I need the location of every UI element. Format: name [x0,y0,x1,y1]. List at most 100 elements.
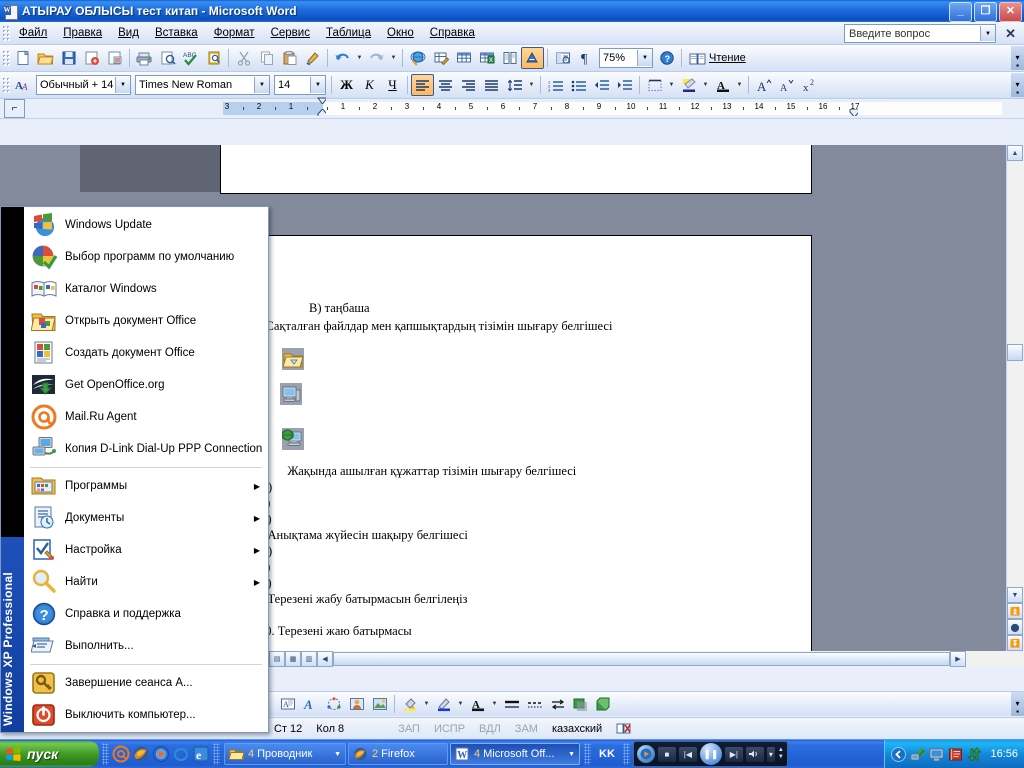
scroll-down-button[interactable]: ▼ [1007,587,1023,603]
numbered-list-icon[interactable]: 123 [544,74,567,96]
font-dropdown-icon[interactable]: ▼ [254,77,269,93]
superscript-icon[interactable]: x2 [798,74,821,96]
tables-and-borders-icon[interactable] [429,47,452,69]
view-outline-button[interactable]: ▥ [301,651,317,667]
taskbar-clock[interactable]: 16:56 [986,748,1018,760]
media-player-grip-icon[interactable] [622,743,630,765]
increase-indent-icon[interactable] [613,74,636,96]
start-item-open-office-document[interactable]: Открыть документ Office [24,305,268,337]
print-icon[interactable] [133,47,156,69]
menu-table[interactable]: Таблица [318,24,379,42]
status-mode-vdl[interactable]: ВДЛ [472,723,508,735]
start-item-shutdown[interactable]: Выключить компьютер... [24,699,268,731]
align-center-icon[interactable] [434,74,457,96]
line-style-icon[interactable] [500,693,523,715]
save-icon[interactable] [57,47,80,69]
drawing-icon[interactable] [521,47,544,69]
ask-a-question-box[interactable]: Введите вопрос ▼ [844,24,996,43]
style-dropdown-icon[interactable]: ▼ [115,77,130,93]
task-group-arrow-icon[interactable]: ▼ [568,751,575,758]
show-desktop-ie-icon[interactable]: e [192,745,210,763]
arrow-style-icon[interactable] [546,693,569,715]
status-mode-ispr[interactable]: ИСПР [427,723,472,735]
font-color-dropdown-icon[interactable]: ▼ [489,693,500,715]
dash-style-icon[interactable] [523,693,546,715]
left-indent-marker[interactable] [317,109,326,116]
view-print-layout-button[interactable]: ▦ [285,651,301,667]
start-item-mailru-agent[interactable]: Mail.Ru Agent [24,401,268,433]
media-player-orb-icon[interactable] [636,745,655,763]
taskbar-grip-icon[interactable] [213,743,220,765]
diagram-icon[interactable] [322,693,345,715]
font-value[interactable]: Times New Roman [136,79,254,91]
start-item-dialup-connection[interactable]: Копия D-Link Dial-Up PPP Connection [24,433,268,465]
grow-font-icon[interactable]: A [752,74,775,96]
document-close-button[interactable]: ✕ [1005,26,1016,42]
media-next-button[interactable]: ▶| [724,746,743,762]
standard-toolbar-options-icon[interactable]: ▾ ▪ [1011,46,1024,70]
status-language[interactable]: казахский [545,723,609,735]
drawing-toolbar-options-icon[interactable]: ▾ ▪ [1011,692,1024,716]
start-menu[interactable]: Windows XP Professional Windows Update В… [0,206,269,733]
task-group-arrow-icon[interactable]: ▼ [334,751,341,758]
line-spacing-dropdown-icon[interactable]: ▼ [526,74,537,96]
show-hidden-arrow-icon[interactable] [891,746,907,762]
redo-icon[interactable] [365,47,388,69]
left-tab-stop-icon[interactable]: ⌐ [4,99,25,118]
start-item-settings[interactable]: Настройка ▶ [24,534,268,566]
print-preview-icon[interactable] [156,47,179,69]
language-bar-grip-icon[interactable] [584,743,591,765]
media-previous-button[interactable]: |◀ [678,746,697,762]
scroll-up-button[interactable]: ▲ [1007,145,1023,161]
start-item-new-office-document[interactable]: Создать документ Office [24,337,268,369]
zoom-dropdown-icon[interactable]: ▼ [637,50,652,66]
undo-dropdown-icon[interactable]: ▼ [354,47,365,69]
line-spacing-icon[interactable] [503,74,526,96]
document-page-previous[interactable]: 5. Объектілер қойнасы А) файл Б) қапшық [220,145,812,194]
media-player-icon[interactable] [152,745,170,763]
format-painter-icon[interactable] [301,47,324,69]
insert-excel-sheet-icon[interactable]: X [475,47,498,69]
task-button-word[interactable]: W 4 Microsoft Off... ▼ [450,743,580,765]
decrease-indent-icon[interactable] [590,74,613,96]
horizontal-scroll-thumb[interactable] [333,652,950,666]
font-color-dropdown-icon[interactable]: ▼ [734,74,745,96]
internet-explorer-icon[interactable]: e [172,745,190,763]
show-formatting-marks-icon[interactable]: ¶ [574,47,597,69]
document-page-current[interactable]: В) таңбаша 6. Сақталған файлдар мен қапш… [220,235,812,667]
start-item-programs[interactable]: Программы ▶ [24,470,268,502]
text-box-icon[interactable]: A [276,693,299,715]
media-restore-icons[interactable]: ▲ ▼ [778,747,784,761]
style-combo[interactable]: Обычный + 14 г ▼ [36,75,131,95]
start-item-documents[interactable]: Документы ▶ [24,502,268,534]
ask-a-question-input[interactable]: Введите вопрос [845,28,980,40]
select-browse-object-button[interactable]: ⬤ [1007,619,1023,635]
right-indent-marker[interactable] [849,109,858,116]
picture-icon[interactable] [368,693,391,715]
menu-edit[interactable]: Правка [55,24,110,42]
columns-icon[interactable] [498,47,521,69]
media-stop-button[interactable]: ■ [657,746,676,762]
vertical-scroll-thumb[interactable] [1007,344,1023,361]
print-preview-mail-icon[interactable] [103,47,126,69]
previous-page-button[interactable]: ⏫ [1007,603,1023,619]
menu-tools[interactable]: Сервис [263,24,318,42]
borders-icon[interactable] [643,74,666,96]
menu-format[interactable]: Формат [206,24,263,42]
align-left-icon[interactable] [411,74,434,96]
menu-view[interactable]: Вид [110,24,147,42]
zoom-value[interactable]: 75% [600,52,637,64]
spelling-check-icon[interactable]: ABC [179,47,202,69]
formatting-toolbar-options-icon[interactable]: ▾ ▪ [1011,73,1024,97]
wordart-icon[interactable]: A [299,693,322,715]
task-button-explorer[interactable]: 4 Проводник ▼ [224,743,346,765]
language-indicator[interactable]: KK [594,748,620,760]
3d-style-icon[interactable] [592,693,615,715]
paste-clipboard-icon[interactable] [278,47,301,69]
start-item-log-off[interactable]: Завершение сеанса А... [24,667,268,699]
start-item-get-openoffice[interactable]: Get OpenOffice.org [24,369,268,401]
styles-and-formatting-icon[interactable]: AA [11,74,34,96]
next-page-button[interactable]: ⏬ [1007,635,1023,651]
undo-icon[interactable] [331,47,354,69]
status-mode-zam[interactable]: ЗАМ [508,723,545,735]
